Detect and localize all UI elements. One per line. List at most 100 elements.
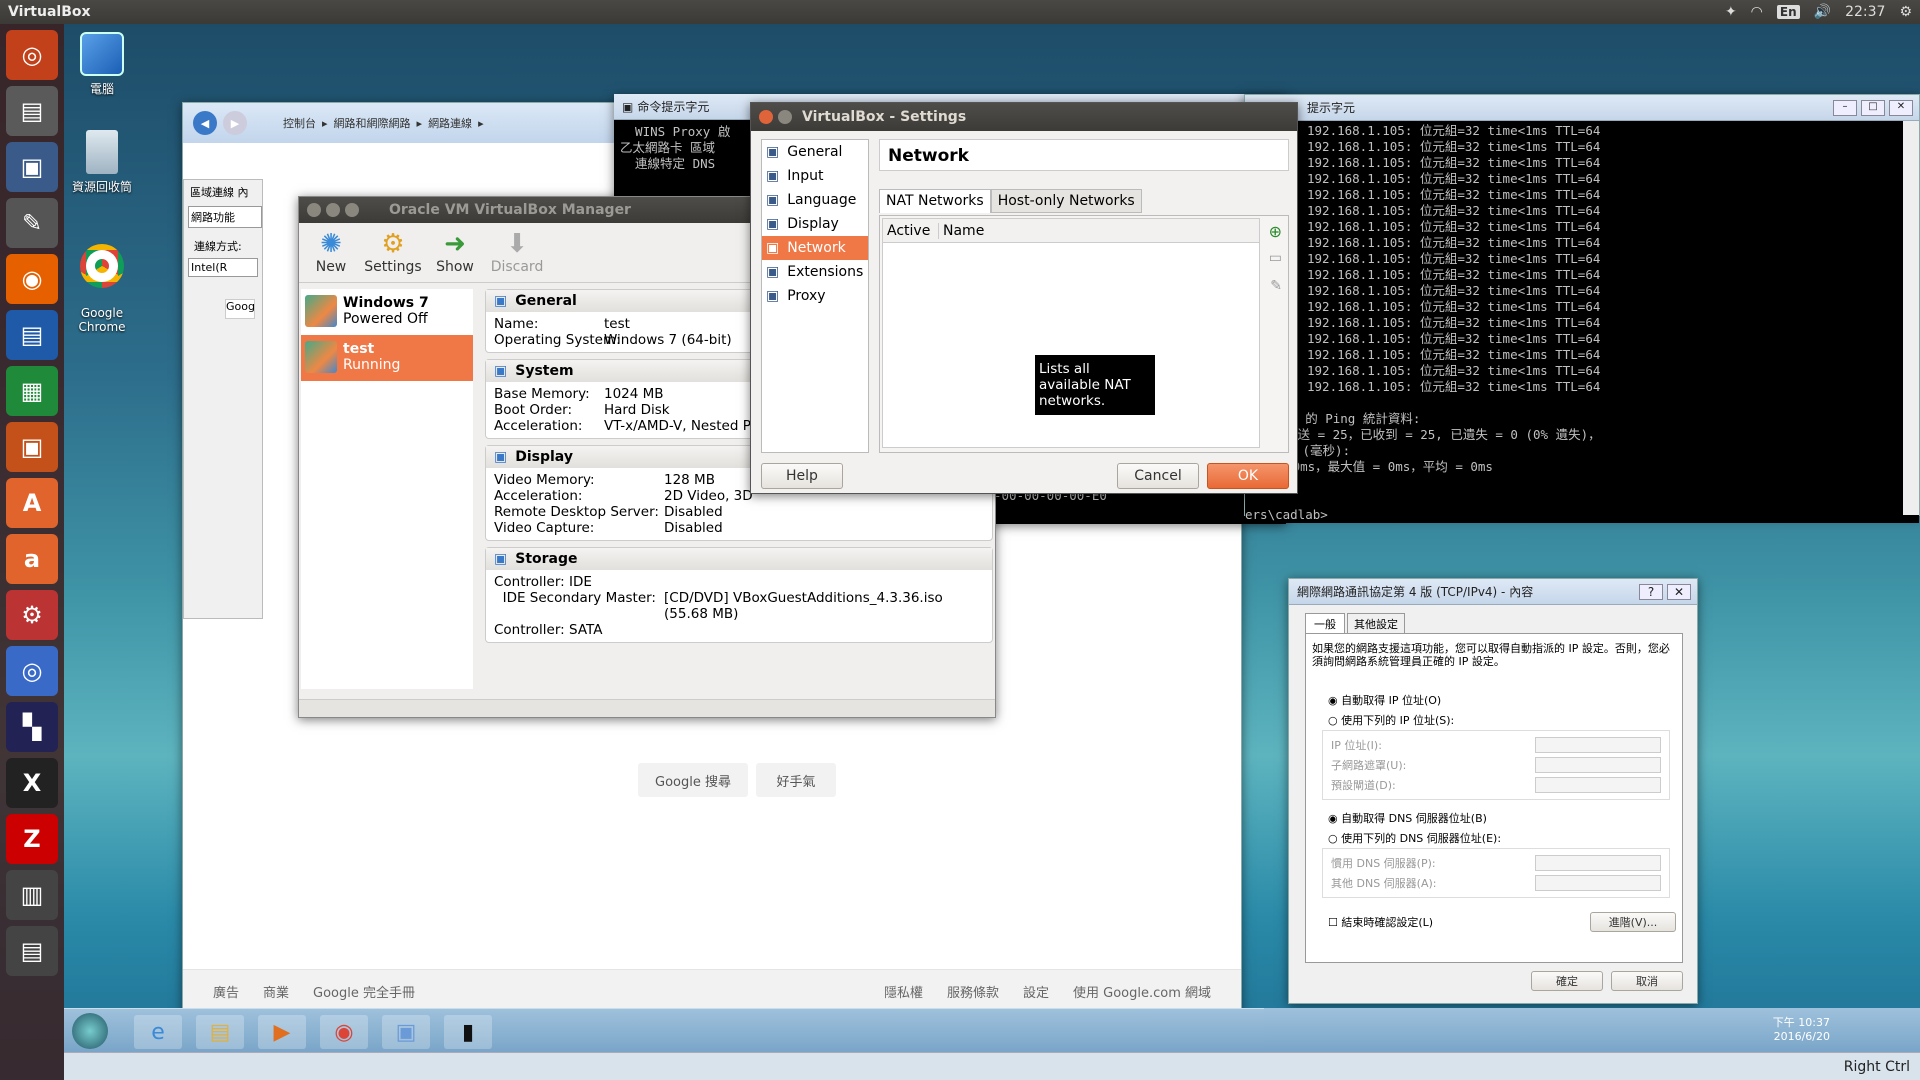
- back-icon[interactable]: ◀: [193, 111, 217, 135]
- tab-general[interactable]: 一般: [1305, 613, 1345, 635]
- maximize-icon[interactable]: [345, 203, 359, 217]
- vm-list-item[interactable]: test Running: [301, 335, 473, 381]
- cancel-button[interactable]: 取消: [1611, 971, 1683, 991]
- close-icon[interactable]: [759, 110, 773, 124]
- vm-icon[interactable]: ▣: [382, 1015, 430, 1049]
- lucky-button[interactable]: 好手氣: [756, 763, 836, 797]
- settings-nav-language[interactable]: ▣ Language: [762, 188, 868, 212]
- filezilla-icon[interactable]: Z: [6, 814, 58, 864]
- settings-nav-general[interactable]: ▣ General: [762, 140, 868, 164]
- minimize-icon[interactable]: –: [1833, 99, 1857, 116]
- amazon-icon[interactable]: a: [6, 534, 58, 584]
- keyboard-layout-indicator[interactable]: En: [1776, 5, 1800, 19]
- disk-icon[interactable]: ▥: [6, 870, 58, 920]
- tab-network-function[interactable]: 網路功能: [188, 206, 262, 228]
- text-editor-icon[interactable]: ✎: [6, 198, 58, 248]
- nat-networks-table[interactable]: Active Name Lists all available NAT netw…: [882, 218, 1260, 448]
- cancel-button[interactable]: Cancel: [1117, 463, 1199, 489]
- footer-link[interactable]: Google 完全手冊: [313, 982, 415, 1001]
- desktop-icon-computer[interactable]: 電腦: [62, 32, 142, 97]
- stack-icon[interactable]: ▤: [6, 926, 58, 976]
- explorer-icon[interactable]: ▤: [196, 1015, 244, 1049]
- breadcrumb-1[interactable]: 網路和網際網路: [334, 115, 411, 131]
- dropbox-icon[interactable]: ✦: [1725, 4, 1737, 20]
- ok-button[interactable]: 確定: [1531, 971, 1603, 991]
- toolbar-discard-button[interactable]: ⬇ Discard: [491, 229, 544, 276]
- add-network-icon[interactable]: ⊕: [1269, 222, 1282, 241]
- toolbar-new-button[interactable]: ✺ New: [307, 229, 355, 276]
- desktop-icon-recycle-bin[interactable]: 資源回收筒: [62, 130, 142, 195]
- edit-network-icon[interactable]: ✎: [1270, 278, 1282, 294]
- maximize-icon[interactable]: □: [1861, 99, 1885, 116]
- column-active[interactable]: Active: [883, 222, 939, 239]
- radio-manual-ip[interactable]: ○ 使用下列的 IP 位址(S):: [1328, 712, 1676, 728]
- close-icon[interactable]: [307, 203, 321, 217]
- settings-icon[interactable]: ⚙: [6, 590, 58, 640]
- system-monitor-icon[interactable]: ▚: [6, 702, 58, 752]
- cmd-icon[interactable]: ▮: [444, 1015, 492, 1049]
- gear-icon[interactable]: ⚙: [1899, 4, 1912, 20]
- footer-link[interactable]: 使用 Google.com 網域: [1073, 982, 1211, 1001]
- footer-link[interactable]: 商業: [263, 982, 289, 1001]
- vm-list-item[interactable]: Windows 7 Powered Off: [301, 289, 473, 335]
- radio-manual-dns[interactable]: ○ 使用下列的 DNS 伺服器位址(E):: [1328, 830, 1676, 846]
- ok-button[interactable]: OK: [1207, 463, 1289, 489]
- footer-link[interactable]: 設定: [1023, 982, 1049, 1001]
- start-button[interactable]: [72, 1013, 108, 1049]
- impress-icon[interactable]: ▣: [6, 422, 58, 472]
- ubuntu-dash-icon[interactable]: ◎: [6, 30, 58, 80]
- dns-input[interactable]: [1535, 855, 1661, 871]
- settings-nav-extensions[interactable]: ▣ Extensions: [762, 260, 868, 284]
- breadcrumb-0[interactable]: 控制台: [283, 115, 316, 131]
- footer-link[interactable]: 廣告: [213, 982, 239, 1001]
- ip-input[interactable]: [1535, 777, 1661, 793]
- cmd-prompt[interactable]: ers\cadlab>: [1245, 507, 1919, 523]
- remmina-icon[interactable]: ▣: [6, 142, 58, 192]
- clock[interactable]: 22:37: [1845, 4, 1885, 20]
- minimize-icon[interactable]: [778, 110, 792, 124]
- footer-link[interactable]: 服務條款: [947, 982, 999, 1001]
- browser-tab[interactable]: Goog: [225, 299, 255, 319]
- breadcrumb-2[interactable]: 網路連線: [428, 115, 472, 131]
- volume-icon[interactable]: 🔊: [1814, 4, 1831, 20]
- help-icon[interactable]: ?: [1639, 583, 1663, 600]
- desktop-icon-chrome[interactable]: Google Chrome: [62, 230, 142, 334]
- settings-nav-display[interactable]: ▣ Display: [762, 212, 868, 236]
- firefox-icon[interactable]: ◉: [6, 254, 58, 304]
- dns-input[interactable]: [1535, 875, 1661, 891]
- win-clock[interactable]: 下午 10:37 2016/6/20: [1773, 1014, 1830, 1043]
- xterm-icon[interactable]: X: [6, 758, 58, 808]
- calc-icon[interactable]: ▦: [6, 366, 58, 416]
- files-icon[interactable]: ▤: [6, 86, 58, 136]
- ie-icon[interactable]: e: [134, 1015, 182, 1049]
- settings-nav-input[interactable]: ▣ Input: [762, 164, 868, 188]
- settings-nav-network[interactable]: ▣ Network: [762, 236, 868, 260]
- radio-auto-dns[interactable]: ◉ 自動取得 DNS 伺服器位址(B): [1328, 810, 1676, 826]
- toolbar-settings-button[interactable]: ⚙ Settings: [364, 229, 421, 276]
- ip-input[interactable]: [1535, 737, 1661, 753]
- wifi-icon[interactable]: ◠: [1751, 4, 1763, 20]
- cmd-scrollbar[interactable]: [1903, 121, 1919, 515]
- close-icon[interactable]: ✕: [1667, 583, 1691, 600]
- settings-nav-proxy[interactable]: ▣ Proxy: [762, 284, 868, 308]
- forward-icon[interactable]: ▶: [223, 111, 247, 135]
- help-button[interactable]: Help: [761, 463, 843, 489]
- remove-network-icon[interactable]: ▭: [1269, 250, 1282, 266]
- tab-host-only-networks[interactable]: Host-only Networks: [990, 189, 1142, 213]
- tab-nat-networks[interactable]: NAT Networks: [879, 189, 991, 213]
- advanced-button[interactable]: 進階(V)...: [1590, 912, 1676, 932]
- ip-input[interactable]: [1535, 757, 1661, 773]
- media-player-icon[interactable]: ▶: [258, 1015, 306, 1049]
- column-name[interactable]: Name: [939, 223, 984, 239]
- validate-checkbox[interactable]: ☐ 結束時確認設定(L): [1328, 914, 1433, 930]
- chrome-icon[interactable]: ◉: [320, 1015, 368, 1049]
- radio-auto-ip[interactable]: ◉ 自動取得 IP 位址(O): [1328, 692, 1676, 708]
- toolbar-show-button[interactable]: ➜ Show: [431, 229, 479, 276]
- footer-link[interactable]: 隱私權: [884, 982, 923, 1001]
- chromium-icon[interactable]: ◎: [6, 646, 58, 696]
- close-icon[interactable]: ✕: [1889, 99, 1913, 116]
- tab-alternate[interactable]: 其他設定: [1347, 613, 1405, 635]
- minimize-icon[interactable]: [326, 203, 340, 217]
- google-search-button[interactable]: Google 搜尋: [638, 763, 748, 797]
- software-center-icon[interactable]: A: [6, 478, 58, 528]
